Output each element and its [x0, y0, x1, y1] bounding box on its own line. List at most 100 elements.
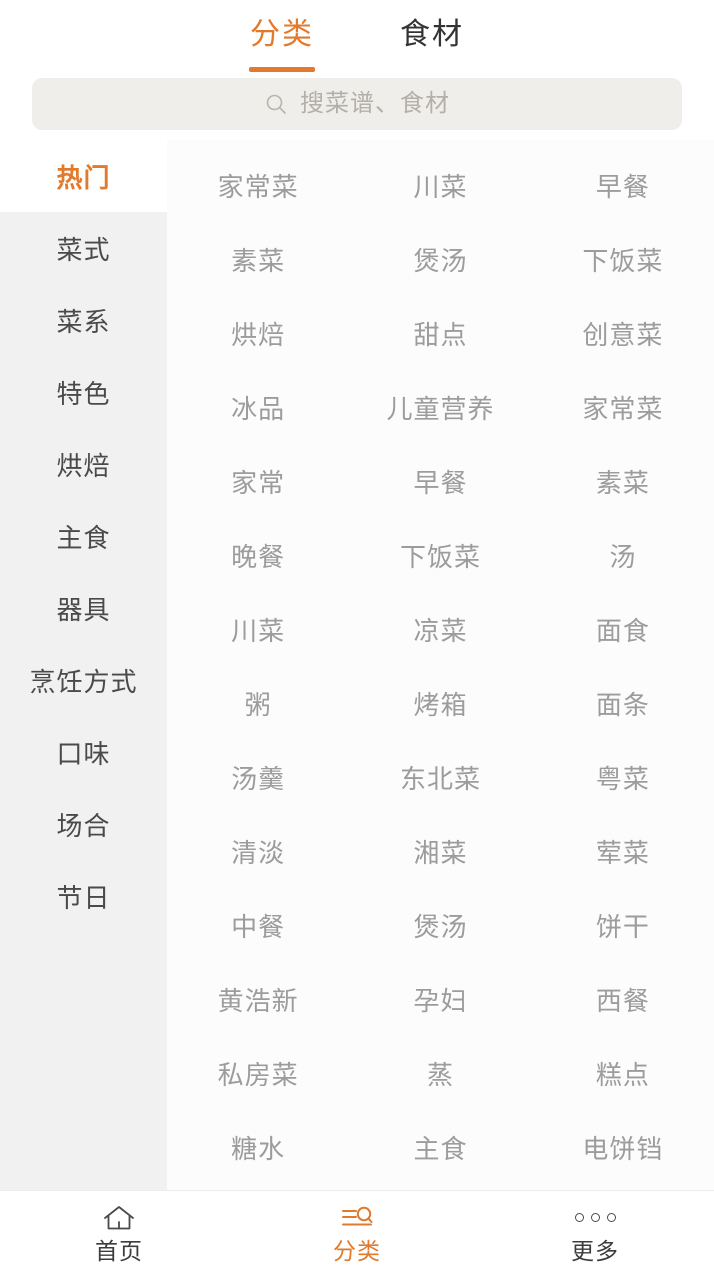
- sidebar-item-hot[interactable]: 热门: [0, 140, 167, 212]
- category-grid-item-label: 私房菜: [217, 1059, 299, 1090]
- category-grid-item[interactable]: 冰品: [167, 370, 349, 444]
- category-grid-item[interactable]: 电饼铛: [532, 1110, 714, 1184]
- nav-item-more-label: 更多: [571, 1237, 619, 1264]
- sidebar-item-label: 特色: [56, 378, 111, 409]
- tab-active-underline: [249, 67, 315, 72]
- sidebar-item-taste[interactable]: 口味: [0, 716, 167, 788]
- category-grid-item-label: 创意菜: [582, 319, 664, 350]
- category-grid-item[interactable]: 川菜: [167, 592, 349, 666]
- category-grid-item[interactable]: 凉菜: [349, 592, 531, 666]
- category-grid-item-label: 素菜: [595, 467, 650, 498]
- sidebar-item-cookware[interactable]: 器具: [0, 572, 167, 644]
- category-grid: 家常菜 川菜 早餐 素菜 煲汤 下饭菜 烘焙 甜点 创意菜 冰品 儿童营养 家常菜 家常 早餐 素菜 晚餐 下饭…: [167, 148, 714, 1184]
- category-grid-item[interactable]: 粤菜: [532, 740, 714, 814]
- category-grid-item[interactable]: 糖水: [167, 1110, 349, 1184]
- sidebar-item-festival[interactable]: 节日: [0, 860, 167, 932]
- category-grid-item[interactable]: 素菜: [167, 222, 349, 296]
- category-grid-item[interactable]: 西餐: [532, 962, 714, 1036]
- sidebar-item-staple[interactable]: 主食: [0, 500, 167, 572]
- category-grid-item[interactable]: 饼干: [532, 888, 714, 962]
- category-grid-item-label: 早餐: [595, 171, 650, 202]
- category-grid-item[interactable]: 东北菜: [349, 740, 531, 814]
- sidebar-item-label: 菜系: [56, 306, 111, 337]
- category-grid-item[interactable]: 儿童营养: [349, 370, 531, 444]
- category-grid-item[interactable]: 下饭菜: [349, 518, 531, 592]
- sidebar-item-label: 口味: [56, 738, 111, 769]
- category-grid-item[interactable]: 私房菜: [167, 1036, 349, 1110]
- category-grid-item[interactable]: 甜点: [349, 296, 531, 370]
- nav-item-category[interactable]: 分类: [238, 1191, 476, 1274]
- category-grid-item[interactable]: 早餐: [349, 444, 531, 518]
- category-grid-item[interactable]: 烤箱: [349, 666, 531, 740]
- category-grid-item-label: 儿童营养: [386, 393, 495, 424]
- sidebar-item-baking[interactable]: 烘焙: [0, 428, 167, 500]
- sidebar-item-dish-style[interactable]: 菜式: [0, 212, 167, 284]
- sidebar-item-label: 热门: [56, 162, 111, 193]
- category-grid-item[interactable]: 家常菜: [167, 148, 349, 222]
- category-grid-item-label: 糕点: [595, 1059, 650, 1090]
- category-grid-item[interactable]: 晚餐: [167, 518, 349, 592]
- sidebar-item-cuisine[interactable]: 菜系: [0, 284, 167, 356]
- category-grid-item[interactable]: 下饭菜: [532, 222, 714, 296]
- category-grid-item[interactable]: 糕点: [532, 1036, 714, 1110]
- nav-item-home-label: 首页: [95, 1237, 143, 1264]
- category-grid-item[interactable]: 汤羹: [167, 740, 349, 814]
- category-grid-item-label: 早餐: [413, 467, 468, 498]
- category-grid-item-label: 粤菜: [595, 763, 650, 794]
- category-sidebar[interactable]: 热门 菜式 菜系 特色 烘焙 主食 器具 烹饪方式 口味 场合 节日: [0, 140, 167, 1190]
- tab-category[interactable]: 分类: [246, 18, 318, 72]
- category-grid-item-label: 烘焙: [231, 319, 286, 350]
- tab-ingredient[interactable]: 食材: [396, 20, 468, 50]
- category-grid-item-label: 素菜: [231, 245, 286, 276]
- sidebar-item-cooking-method[interactable]: 烹饪方式: [0, 644, 167, 716]
- category-grid-item[interactable]: 荤菜: [532, 814, 714, 888]
- category-grid-item-label: 下饭菜: [399, 541, 481, 572]
- category-grid-item[interactable]: 创意菜: [532, 296, 714, 370]
- category-grid-item[interactable]: 清淡: [167, 814, 349, 888]
- sidebar-item-label: 烹饪方式: [29, 666, 138, 697]
- category-grid-item[interactable]: 汤: [532, 518, 714, 592]
- top-tab-bar: 分类 食材: [0, 0, 714, 72]
- category-grid-item-label: 家常: [231, 467, 286, 498]
- category-grid-item-label: 川菜: [413, 171, 468, 202]
- category-grid-item[interactable]: 煲汤: [349, 888, 531, 962]
- category-grid-item[interactable]: 煲汤: [349, 222, 531, 296]
- more-dots-icon: [574, 1203, 616, 1233]
- category-grid-item[interactable]: 中餐: [167, 888, 349, 962]
- category-grid-item-label: 主食: [413, 1133, 468, 1164]
- search-icon: [264, 92, 288, 116]
- category-grid-item[interactable]: 蒸: [349, 1036, 531, 1110]
- sidebar-item-specialty[interactable]: 特色: [0, 356, 167, 428]
- category-grid-item[interactable]: 主食: [349, 1110, 531, 1184]
- category-grid-item[interactable]: 黄浩新: [167, 962, 349, 1036]
- category-grid-item-label: 孕妇: [413, 985, 468, 1016]
- category-grid-item-label: 下饭菜: [582, 245, 664, 276]
- category-grid-item-label: 面条: [595, 689, 650, 720]
- category-grid-item[interactable]: 川菜: [349, 148, 531, 222]
- category-grid-item-label: 东北菜: [399, 763, 481, 794]
- category-grid-item-label: 晚餐: [231, 541, 286, 572]
- category-grid-item-label: 蒸: [426, 1059, 454, 1090]
- sidebar-item-label: 器具: [56, 594, 111, 625]
- tab-category-label: 分类: [250, 18, 314, 51]
- nav-item-home[interactable]: 首页: [0, 1191, 238, 1274]
- category-grid-item[interactable]: 面条: [532, 666, 714, 740]
- category-grid-item-label: 面食: [595, 615, 650, 646]
- category-grid-item-label: 煲汤: [413, 245, 468, 276]
- sidebar-item-occasion[interactable]: 场合: [0, 788, 167, 860]
- nav-item-more[interactable]: 更多: [476, 1191, 714, 1274]
- category-grid-item[interactable]: 素菜: [532, 444, 714, 518]
- category-grid-item[interactable]: 粥: [167, 666, 349, 740]
- more-dots-group: [574, 1213, 616, 1222]
- category-grid-item-label: 甜点: [413, 319, 468, 350]
- category-grid-item[interactable]: 家常菜: [532, 370, 714, 444]
- category-grid-item[interactable]: 面食: [532, 592, 714, 666]
- search-input[interactable]: 搜菜谱、食材: [32, 78, 682, 130]
- category-grid-item[interactable]: 孕妇: [349, 962, 531, 1036]
- category-grid-item[interactable]: 湘菜: [349, 814, 531, 888]
- category-grid-item[interactable]: 家常: [167, 444, 349, 518]
- sidebar-item-label: 烘焙: [56, 450, 111, 481]
- category-grid-item[interactable]: 烘焙: [167, 296, 349, 370]
- tab-ingredient-label: 食材: [400, 18, 464, 51]
- category-grid-item[interactable]: 早餐: [532, 148, 714, 222]
